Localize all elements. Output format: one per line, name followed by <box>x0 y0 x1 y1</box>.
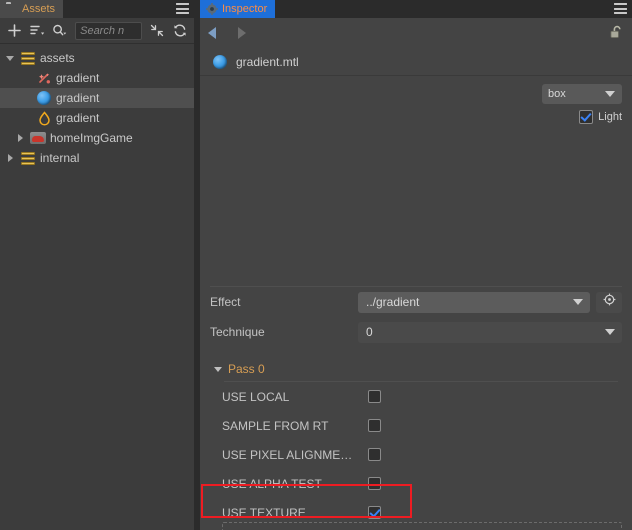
chevron-down-icon[interactable] <box>214 366 222 372</box>
field-row-effect: Effect ../gradient <box>200 287 632 317</box>
tree-item-gradient-droplet[interactable]: gradient <box>0 108 194 128</box>
search-filter-icon[interactable] <box>49 21 70 41</box>
chevron-down-icon[interactable] <box>4 52 16 64</box>
effect-value: ../gradient <box>366 295 420 309</box>
tree-item-label: assets <box>40 51 75 65</box>
define-row-use-pixel-alignment[interactable]: USE PIXEL ALIGNME… <box>200 440 632 469</box>
tree-item-label: gradient <box>56 71 100 85</box>
field-row-technique: Technique 0 <box>200 317 632 347</box>
assets-hamburger-menu-icon[interactable] <box>176 3 189 14</box>
chevron-down-icon <box>573 299 583 305</box>
folder-icon <box>6 3 18 15</box>
search-input-wrapper[interactable] <box>75 21 142 40</box>
assets-panel: Assets Search n assets gradient gradient… <box>0 0 194 530</box>
tree-item-homeimggame[interactable]: homeImgGame <box>0 128 194 148</box>
pass-0-defines-list: USE LOCAL SAMPLE FROM RT USE PIXEL ALIGN… <box>200 382 632 527</box>
gear-icon <box>206 3 218 15</box>
database-icon <box>20 50 36 66</box>
preview-light-toggle[interactable]: Light <box>579 110 622 124</box>
app-root: Assets Search n assets gradient gradient… <box>0 0 632 530</box>
light-checkbox[interactable] <box>579 110 594 124</box>
chevron-right-icon[interactable] <box>4 152 16 164</box>
field-label-effect: Effect <box>210 295 241 309</box>
preview-controls: box Light <box>542 84 622 124</box>
tree-item-gradient-material[interactable]: gradient <box>0 88 194 108</box>
assets-toolbar <box>0 18 194 44</box>
define-label: USE LOCAL <box>222 389 290 404</box>
plus-icon[interactable] <box>4 21 25 41</box>
unlocked-padlock-icon[interactable] <box>610 25 624 46</box>
sample-from-rt-checkbox[interactable] <box>368 419 381 432</box>
sort-icon[interactable] <box>27 21 48 41</box>
inspector-navbar <box>200 18 632 48</box>
inspector-panel: Inspector gradient.mtl box Light Effect … <box>200 0 632 530</box>
chevron-down-icon <box>605 329 615 335</box>
use-alpha-test-checkbox[interactable] <box>368 477 381 490</box>
use-pixel-alignment-checkbox[interactable] <box>368 448 381 461</box>
assets-tabstrip: Assets <box>0 0 194 18</box>
preview-shape-value: box <box>548 88 566 100</box>
pass-0-title: Pass 0 <box>228 362 265 376</box>
effect-icon <box>36 70 52 86</box>
light-checkbox-label: Light <box>598 111 622 123</box>
assets-tree: assets gradient gradient gradient homeIm… <box>0 44 194 168</box>
material-preview-viewport[interactable]: box Light <box>200 76 632 286</box>
inspector-tabstrip-filler <box>275 0 632 18</box>
define-label: USE ALPHA TEST <box>222 476 322 491</box>
define-label: USE PIXEL ALIGNME… <box>222 447 353 462</box>
image-icon <box>30 130 46 146</box>
drop-zone-area[interactable] <box>222 522 622 530</box>
technique-value: 0 <box>366 325 373 339</box>
effect-dropdown[interactable]: ../gradient <box>358 291 590 313</box>
tab-inspector[interactable]: Inspector <box>200 0 276 18</box>
locate-target-icon <box>603 293 616 311</box>
tree-item-label: gradient <box>56 111 100 125</box>
forward-arrow-icon[interactable] <box>238 27 246 39</box>
define-row-sample-from-rt[interactable]: SAMPLE FROM RT <box>200 411 632 440</box>
tree-item-label: homeImgGame <box>50 131 133 145</box>
database-icon <box>20 150 36 166</box>
preview-shape-dropdown[interactable]: box <box>542 84 622 104</box>
define-row-use-alpha-test[interactable]: USE ALPHA TEST <box>200 469 632 498</box>
inspector-tabstrip: Inspector <box>200 0 632 18</box>
use-texture-checkbox[interactable] <box>368 506 381 519</box>
define-row-use-local[interactable]: USE LOCAL <box>200 382 632 411</box>
define-label: USE TEXTURE <box>222 505 306 520</box>
tab-assets-label: Assets <box>22 3 56 15</box>
droplet-icon <box>36 110 52 126</box>
locate-asset-button[interactable] <box>596 291 622 313</box>
tree-item-label: internal <box>40 151 80 165</box>
assets-tabstrip-filler <box>63 0 194 18</box>
asset-name: gradient.mtl <box>236 54 299 69</box>
tree-item-internal[interactable]: internal <box>0 148 194 168</box>
chevron-down-icon <box>605 91 615 97</box>
chevron-right-icon[interactable] <box>14 132 26 144</box>
tree-item-assets[interactable]: assets <box>0 48 194 68</box>
define-label: SAMPLE FROM RT <box>222 418 329 433</box>
refresh-icon[interactable] <box>169 21 190 41</box>
search-input[interactable] <box>80 24 137 37</box>
use-local-checkbox[interactable] <box>368 390 381 403</box>
material-icon <box>36 90 52 106</box>
back-arrow-icon[interactable] <box>208 27 216 39</box>
tab-assets[interactable]: Assets <box>0 0 64 18</box>
field-label-technique: Technique <box>210 325 265 339</box>
tab-inspector-label: Inspector <box>222 3 268 15</box>
material-icon <box>212 54 228 70</box>
pass-0-header[interactable]: Pass 0 <box>200 357 632 381</box>
collapse-all-icon[interactable] <box>147 21 168 41</box>
inspector-hamburger-menu-icon[interactable] <box>614 3 627 14</box>
tree-item-label: gradient <box>56 91 100 105</box>
technique-dropdown[interactable]: 0 <box>358 321 622 343</box>
asset-header: gradient.mtl <box>200 48 632 76</box>
tree-item-gradient-effect[interactable]: gradient <box>0 68 194 88</box>
